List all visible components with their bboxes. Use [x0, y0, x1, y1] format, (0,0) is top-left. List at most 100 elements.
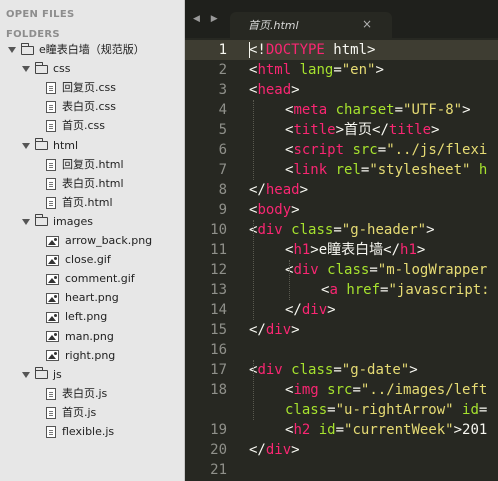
- folder-item[interactable]: js: [22, 366, 62, 384]
- code-line: <html lang="en">: [249, 60, 384, 80]
- file-item[interactable]: arrow_back.png: [46, 232, 152, 250]
- code-token: div: [257, 222, 283, 238]
- file-item[interactable]: man.png: [46, 328, 114, 346]
- code-token: =: [369, 262, 378, 278]
- folder-item[interactable]: html: [22, 137, 78, 155]
- file-item[interactable]: flexible.js: [46, 423, 114, 441]
- file-item[interactable]: 表白页.css: [46, 98, 116, 116]
- code-token: link: [293, 162, 328, 178]
- file-icon: [46, 82, 56, 95]
- folder-item[interactable]: images: [22, 213, 93, 231]
- file-item[interactable]: 回复页.css: [46, 79, 116, 97]
- file-item[interactable]: close.gif: [46, 251, 111, 269]
- folder-item[interactable]: css: [22, 60, 71, 78]
- code-token: div: [293, 262, 319, 278]
- tree-item-label: comment.gif: [65, 272, 135, 286]
- line-number: [187, 400, 227, 420]
- file-item[interactable]: 首页.css: [46, 117, 105, 135]
- image-file-icon: [46, 254, 59, 266]
- code-token: div: [265, 442, 292, 458]
- code-token: <!: [249, 42, 266, 58]
- line-number: 8: [218, 182, 227, 198]
- code-token: =: [394, 102, 404, 118]
- tab-index-html[interactable]: 首页.html ×: [230, 12, 392, 38]
- folder-open-icon: [34, 367, 48, 380]
- tree-item-label: 首页.css: [62, 119, 106, 133]
- code-line: <head>: [249, 80, 300, 100]
- code-token: =: [333, 362, 342, 378]
- file-item[interactable]: heart.png: [46, 289, 119, 307]
- code-token: a: [329, 282, 338, 298]
- file-item[interactable]: left.png: [46, 308, 107, 326]
- folders-header: FOLDERS: [6, 29, 60, 40]
- code-line: class="u-rightArrow" id=: [285, 400, 487, 420]
- line-number-gutter: 1 2 3 4 5 6 7 8 9 10 11 12 13 14 15 16 17 18 19 20 21: [185, 38, 233, 481]
- chevron-down-icon[interactable]: [22, 371, 30, 378]
- file-item[interactable]: 首页.js: [46, 404, 96, 422]
- line-number: 7: [218, 162, 227, 178]
- tree-item-label: 首页.html: [62, 195, 113, 209]
- line-number: 16: [210, 342, 227, 358]
- chevron-down-icon[interactable]: [8, 47, 16, 53]
- code-token: </: [249, 442, 266, 458]
- tree-item-label: arrow_back.png: [65, 234, 153, 247]
- tree-item-label: left.png: [65, 310, 108, 324]
- code-token: >e瞳表白墙</: [310, 242, 401, 258]
- tree-item-label: js: [53, 367, 62, 381]
- folder-open-icon: [20, 42, 34, 55]
- file-icon: [46, 158, 56, 171]
- code-token: rel: [335, 162, 361, 178]
- code-token: "g-header": [341, 222, 427, 238]
- tree-item-label: right.png: [65, 348, 116, 362]
- code-token: class: [327, 262, 370, 278]
- code-line: <div class="m-logWrapper: [285, 260, 487, 280]
- line-number: 20: [210, 442, 227, 458]
- chevron-down-icon[interactable]: [22, 66, 30, 73]
- code-line: </div>: [285, 300, 336, 320]
- tree-item-label: html: [53, 138, 79, 152]
- close-icon[interactable]: ×: [362, 17, 372, 31]
- code-line: <div class="g-date">: [249, 360, 418, 380]
- tree-item-label: heart.png: [65, 291, 119, 305]
- code-token: "m-logWrapper: [377, 262, 488, 278]
- code-token: >: [291, 322, 300, 338]
- code-token: >: [426, 222, 435, 238]
- line-number: 6: [218, 142, 227, 158]
- open-files-header: OPEN FILES: [6, 9, 75, 20]
- file-item[interactable]: 回复页.html: [46, 156, 124, 174]
- line-number: 17: [210, 362, 227, 378]
- folder-open-icon: [34, 61, 48, 74]
- tab-bar: ◀ ▶ 首页.html ×: [185, 0, 498, 38]
- code-token: head: [257, 82, 292, 98]
- code-line: <h2 id="currentWeek">201: [285, 420, 487, 440]
- image-file-icon: [46, 350, 59, 362]
- file-item[interactable]: right.png: [46, 347, 115, 365]
- code-token: charset: [335, 102, 395, 118]
- code-token: lang: [299, 62, 334, 78]
- code-line: <meta charset="UTF-8">: [285, 100, 471, 120]
- code-token: "en": [341, 62, 376, 78]
- code-line: </div>: [249, 320, 300, 340]
- chevron-down-icon[interactable]: [22, 142, 30, 149]
- image-file-icon: [46, 273, 59, 285]
- image-file-icon: [46, 292, 59, 304]
- line-number: 15: [210, 322, 227, 338]
- code-token: =: [478, 402, 488, 418]
- file-icon: [46, 120, 56, 133]
- code-token: DOCTYPE: [265, 42, 325, 58]
- sidebar: OPEN FILES FOLDERS e瞳表白墙（规范版） css 回复页.css 表…: [0, 0, 185, 481]
- code-token: >: [416, 242, 426, 258]
- file-item[interactable]: 首页.html: [46, 194, 113, 212]
- line-number: 4: [218, 102, 227, 118]
- file-item[interactable]: 表白页.js: [46, 385, 107, 403]
- code-line: </div>: [249, 440, 300, 460]
- code-token: script: [293, 142, 345, 158]
- file-item[interactable]: 表白页.html: [46, 175, 124, 193]
- file-item[interactable]: comment.gif: [46, 270, 135, 288]
- chevron-down-icon[interactable]: [22, 218, 30, 225]
- tab-nav-arrows-icon[interactable]: ◀ ▶: [193, 14, 222, 24]
- tree-item-label: 回复页.css: [62, 81, 117, 95]
- folder-item[interactable]: e瞳表白墙（规范版）: [8, 41, 145, 59]
